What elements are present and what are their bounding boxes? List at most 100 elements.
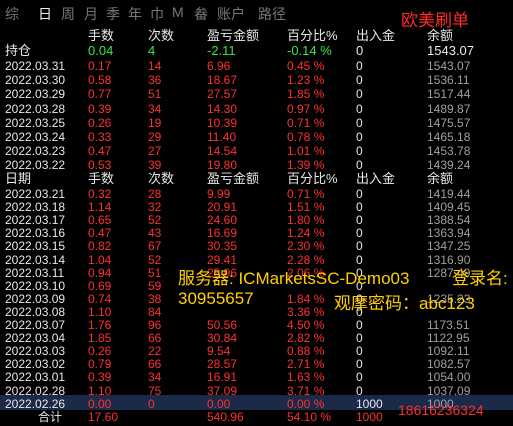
table-row[interactable]: 2022.03.23 0.47 27 14.54 1.01 % 0 1453.78 [0, 144, 513, 158]
row-balance: 1419.44 [427, 187, 471, 201]
row-deposit: 0 [356, 130, 363, 144]
row-percent: 0.71 % [287, 115, 325, 130]
row-count: 51 [148, 265, 162, 280]
row-percent: 0.97 % [287, 101, 325, 116]
table-row[interactable]: 2022.03.16 0.47 43 16.69 1.24 % 0 1363.94 [0, 226, 513, 240]
table-row[interactable]: 2022.03.18 1.14 32 20.91 1.51 % 0 1409.45 [0, 200, 513, 214]
tab-8[interactable]: 畚 [194, 4, 208, 24]
tab-6[interactable]: 巾 [150, 4, 164, 24]
table-row[interactable]: 2022.03.25 0.26 19 10.39 0.71 % 0 1475.57 [0, 116, 513, 130]
table-row[interactable]: 2022.03.07 1.76 96 50.56 4.50 % 0 1173.51 [0, 318, 513, 332]
row-pnl: 9.99 [207, 187, 231, 201]
tab-1[interactable]: 日 [38, 4, 52, 24]
table-row[interactable]: 2022.03.15 0.82 67 30.35 2.30 % 0 1347.25 [0, 239, 513, 253]
header-lots: 手数 [88, 28, 115, 43]
row-pnl: 14.54 [207, 144, 238, 159]
total-percent: 54.10 % [287, 410, 332, 424]
table-row[interactable]: 2022.03.04 1.85 66 30.84 2.82 % 0 1122.95 [0, 331, 513, 345]
row-date: 2022.03.08 [5, 304, 66, 319]
row-lots: 0.26 [88, 115, 112, 130]
row-balance: 1409.45 [427, 200, 471, 215]
tab-4[interactable]: 季 [106, 4, 120, 24]
tab-3[interactable]: 月 [84, 4, 98, 24]
row-lots: 0.47 [88, 226, 112, 241]
tab-0[interactable]: 综 [5, 4, 19, 24]
row-lots: 0.17 [88, 59, 112, 73]
total-pnl: 540.96 [207, 410, 244, 424]
row-lots: 0.32 [88, 187, 112, 201]
row-count: 34 [148, 101, 162, 116]
row-date: 2022.02.26 [5, 396, 66, 411]
row-count: 84 [148, 304, 162, 319]
table-row[interactable]: 2022.03.30 0.58 36 18.67 1.23 % 0 1536.11 [0, 73, 513, 87]
table-row[interactable]: 2022.03.28 0.39 34 14.30 0.97 % 0 1489.87 [0, 102, 513, 116]
row-date: 2022.03.24 [5, 130, 66, 144]
header-balance: 余额 [427, 171, 454, 186]
row-lots: 1.85 [88, 331, 112, 346]
row-deposit: 0 [356, 226, 363, 241]
row-percent: 1.85 % [287, 87, 325, 102]
row-deposit: 0 [356, 370, 363, 385]
row-lots: 1.10 [88, 383, 112, 398]
investor-password-text: 观摩密码：abc123 [334, 294, 475, 313]
holding-balance: 1543.07 [427, 43, 474, 58]
table-row[interactable]: 2022.03.01 0.39 34 16.91 1.63 % 0 1054.00 [0, 370, 513, 384]
row-balance: 1037.09 [427, 383, 471, 398]
row-pnl: 27.57 [207, 87, 238, 102]
table-row[interactable]: 2022.03.21 0.32 28 9.99 0.71 % 0 1419.44 [0, 187, 513, 201]
table-row[interactable]: 2022.03.17 0.65 52 24.60 1.80 % 0 1388.54 [0, 213, 513, 227]
row-pnl: 30.84 [207, 331, 238, 346]
login-label-text: 登录名: [452, 269, 508, 288]
table-row[interactable]: 2022.03.29 0.77 51 27.57 1.85 % 0 1517.44 [0, 87, 513, 101]
table-row[interactable]: 2022.03.24 0.33 29 11.40 0.78 % 0 1465.18 [0, 130, 513, 144]
table-row[interactable]: 2022.03.31 0.17 14 6.96 0.45 % 0 1543.07 [0, 59, 513, 73]
table-row[interactable]: 2022.03.03 0.26 22 9.54 0.88 % 0 1092.11 [0, 344, 513, 358]
row-date: 2022.03.10 [5, 278, 66, 293]
row-count: 66 [148, 331, 162, 346]
row-count: 22 [148, 344, 162, 359]
row-count: 51 [148, 87, 162, 102]
header-date: 日期 [5, 171, 32, 186]
row-percent: 1.24 % [287, 226, 325, 241]
row-percent: 1.84 % [287, 291, 325, 306]
row-pnl: 10.39 [207, 115, 238, 130]
row-lots: 0.74 [88, 291, 112, 306]
row-lots: 0.39 [88, 370, 112, 385]
row-count: 0 [148, 396, 155, 411]
row-lots: 1.76 [88, 318, 112, 332]
row-percent: 1.63 % [287, 370, 325, 385]
total-lots: 17.60 [88, 410, 119, 424]
row-date: 2022.03.02 [5, 357, 66, 372]
row-lots: 0.77 [88, 87, 112, 102]
row-pnl: 16.91 [207, 370, 238, 385]
row-count: 34 [148, 370, 162, 385]
row-date: 2022.03.15 [5, 239, 66, 254]
row-deposit: 0 [356, 200, 363, 215]
header-deposit: 出入金 [356, 28, 396, 43]
row-percent: 1.80 % [287, 213, 325, 228]
row-balance: 1363.94 [427, 226, 471, 241]
holding-pnl: -2.11 [207, 43, 236, 58]
table-row[interactable]: 2022.03.02 0.79 66 28.57 2.71 % 0 1082.57 [0, 357, 513, 371]
tab-10[interactable]: 路径 [258, 4, 286, 24]
row-lots: 0.58 [88, 73, 112, 88]
row-date: 2022.03.14 [5, 252, 66, 267]
row-percent: 2.71 % [287, 357, 325, 372]
row-date: 2022.03.30 [5, 73, 66, 88]
row-deposit: 0 [356, 344, 363, 359]
row-percent: 1.01 % [287, 144, 325, 159]
row-lots: 0.33 [88, 130, 112, 144]
row-count: 52 [148, 213, 162, 228]
row-balance: 1092.11 [427, 344, 470, 359]
tab-5[interactable]: 年 [128, 4, 142, 24]
row-pnl: 50.56 [207, 318, 238, 332]
tab-9[interactable]: 账户 [217, 4, 245, 24]
row-pnl: 0.00 [207, 396, 231, 411]
tab-7[interactable]: M [172, 4, 184, 20]
row-percent: 2.30 % [287, 239, 325, 254]
row-lots: 0.39 [88, 101, 112, 116]
row-count: 43 [148, 226, 162, 241]
tab-2[interactable]: 周 [61, 4, 75, 24]
table-row[interactable]: 2022.02.28 1.10 75 37.09 3.71 % 0 1037.09 [0, 384, 513, 398]
row-percent: 2.82 % [287, 331, 325, 346]
